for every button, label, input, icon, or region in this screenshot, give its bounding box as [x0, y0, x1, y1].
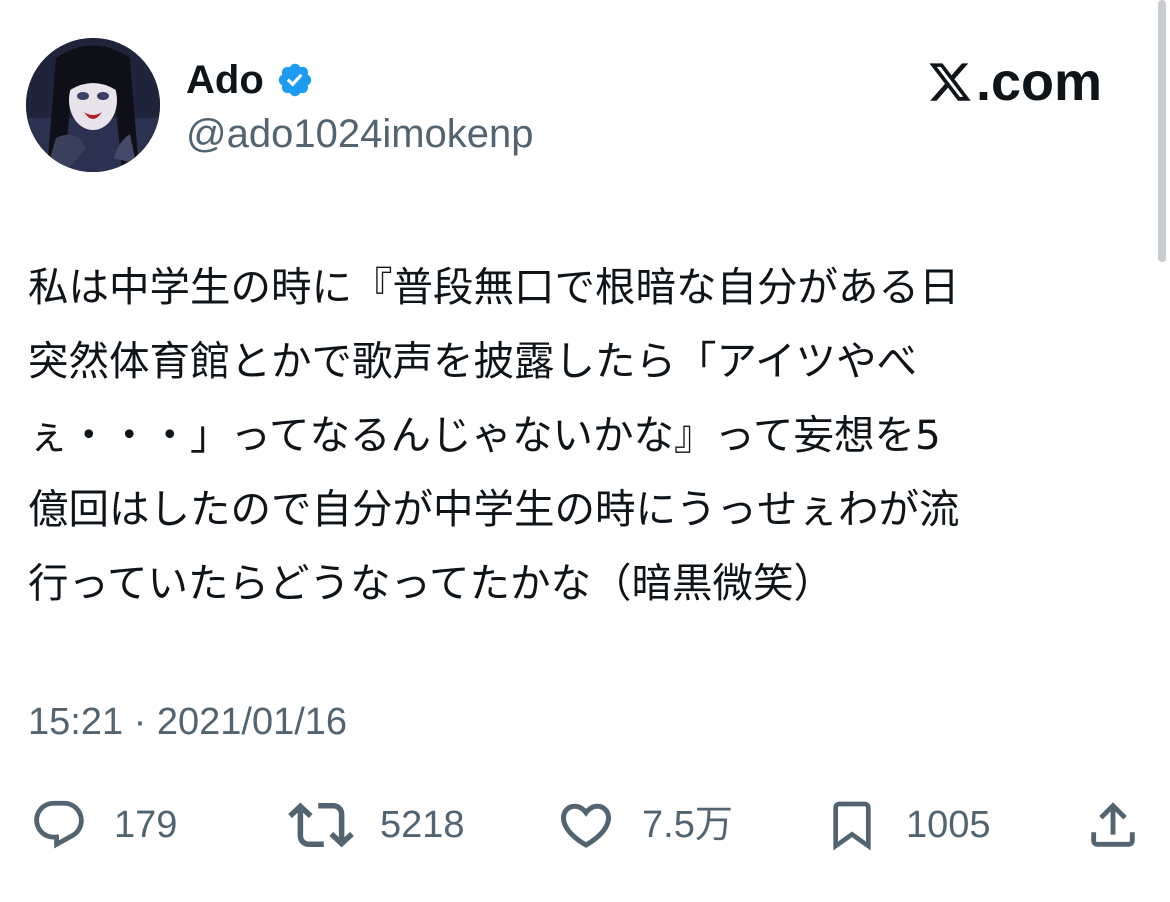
verified-badge-icon	[278, 63, 311, 97]
avatar[interactable]	[26, 38, 160, 172]
tweet-text-line: 行っていたらどうなってたかな（暗黒微笑）	[28, 559, 834, 607]
share-button[interactable]	[1084, 795, 1142, 855]
bookmark-count: 1005	[906, 804, 991, 846]
brand-logo: .com	[926, 54, 1102, 110]
tweet-timestamp[interactable]: 15:21 · 2021/01/16	[28, 700, 347, 744]
reply-icon	[34, 800, 84, 849]
like-button[interactable]: 7.5万	[556, 795, 733, 855]
retweet-icon	[288, 802, 354, 848]
avatar-image	[26, 38, 160, 172]
retweet-button[interactable]: 5218	[288, 795, 465, 855]
share-icon	[1091, 802, 1135, 847]
reply-count: 179	[114, 804, 178, 846]
author-name-row[interactable]: Ado	[186, 54, 314, 106]
tweet-text: 私は中学生の時に『普段無口で根暗な自分がある日 突然体育館とかで歌声を披露したら…	[28, 250, 1138, 620]
brand-text: .com	[975, 52, 1102, 112]
like-count: 7.5万	[642, 804, 733, 846]
heart-icon	[560, 803, 612, 848]
tweet-text-line: 億回はしたので自分が中学生の時にうっせぇわが流	[28, 485, 960, 533]
scrollbar[interactable]	[1158, 0, 1166, 262]
tweet-text-line: 私は中学生の時に『普段無口で根暗な自分がある日	[28, 263, 960, 311]
action-bar: 179 5218 7.5万 1005	[0, 795, 1170, 855]
bookmark-icon	[833, 801, 871, 851]
reply-button[interactable]: 179	[30, 795, 177, 855]
display-name[interactable]: Ado	[186, 60, 264, 100]
bookmark-button[interactable]: 1005	[824, 795, 991, 855]
tweet-text-line: ぇ・・・」ってなるんじゃないかな』って妄想を5	[28, 411, 941, 459]
retweet-count: 5218	[380, 804, 465, 846]
x-logo-icon	[929, 63, 971, 101]
author-handle[interactable]: @ado1024imokenp	[186, 114, 534, 154]
tweet-text-line: 突然体育館とかで歌声を披露したら「アイツやべ	[28, 337, 917, 385]
